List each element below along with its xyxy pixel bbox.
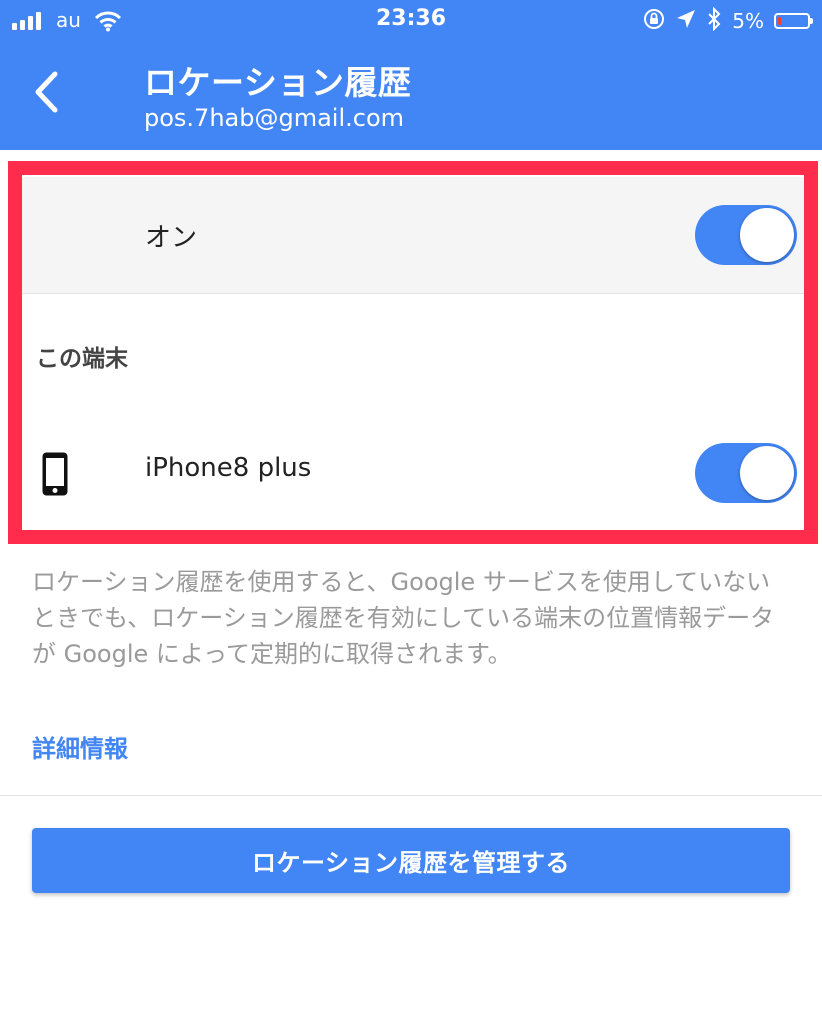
device-row: iPhone8 plus	[22, 407, 804, 531]
back-button[interactable]	[24, 64, 68, 124]
battery-percent: 5%	[732, 9, 764, 33]
highlighted-settings-box: オン この端末 iPhone8 plus	[8, 161, 818, 544]
status-bar: au 23:36 5%	[0, 0, 822, 44]
manage-location-history-button[interactable]: ロケーション履歴を管理する	[32, 828, 790, 893]
device-name: iPhone8 plus	[145, 453, 312, 483]
bluetooth-icon	[706, 6, 722, 35]
location-history-master-row: オン	[22, 177, 804, 294]
device-toggle[interactable]	[695, 443, 797, 503]
battery-icon	[774, 13, 813, 29]
location-history-toggle[interactable]	[695, 205, 797, 265]
divider	[0, 795, 822, 796]
location-arrow-icon	[676, 9, 696, 33]
rotation-lock-icon	[642, 7, 666, 35]
device-section-title: この端末	[36, 346, 128, 372]
master-toggle-label: オン	[145, 223, 198, 253]
chevron-left-icon	[33, 71, 59, 117]
account-email: pos.7hab@gmail.com	[144, 104, 405, 132]
description-text: ロケーション履歴を使用すると、Google サービスを使用していないときでも、ロ…	[32, 568, 775, 668]
status-right-cluster: 5%	[642, 6, 813, 36]
toggle-knob	[740, 208, 794, 262]
page-title: ロケーション履歴	[144, 63, 412, 102]
toggle-knob	[740, 446, 794, 500]
more-info-link[interactable]: 詳細情報	[32, 729, 128, 764]
app-header: au 23:36 5% ロケーション履歴 pos.7hab@gmail.com	[0, 0, 822, 150]
smartphone-icon	[41, 451, 69, 501]
